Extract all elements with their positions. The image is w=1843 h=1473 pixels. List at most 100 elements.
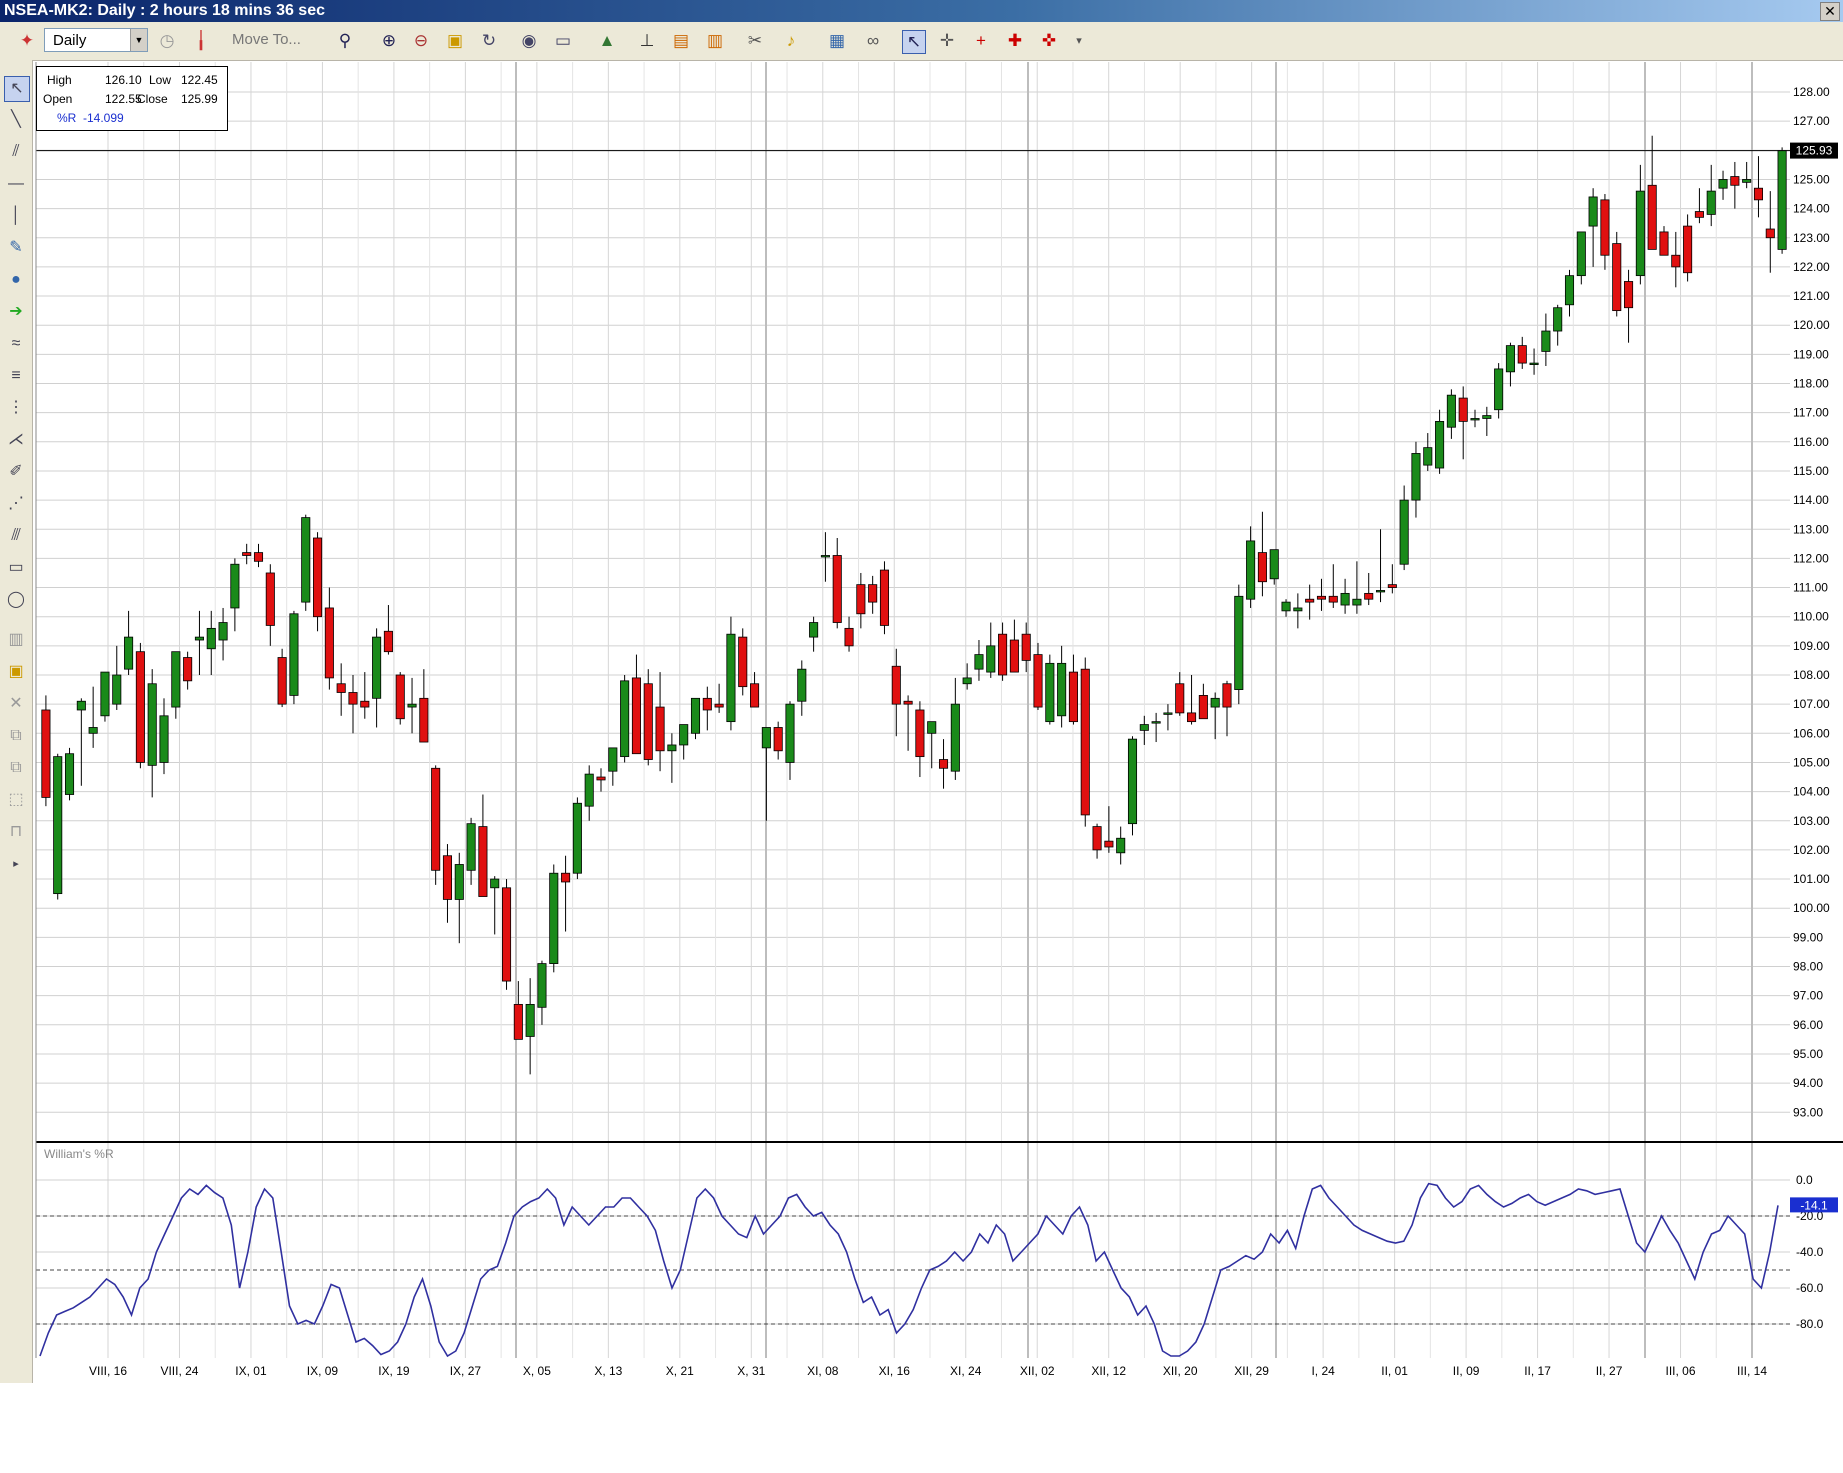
candle-body — [242, 552, 252, 556]
candle-body — [820, 555, 830, 558]
price-tick-label: 101.00 — [1793, 872, 1830, 886]
candle-body — [950, 703, 960, 772]
price-tick-label: 95.00 — [1793, 1047, 1823, 1061]
candle-body — [537, 963, 547, 1008]
candle-body — [1671, 254, 1681, 268]
candle-body — [1104, 840, 1114, 848]
price-tick-label: 116.00 — [1793, 435, 1829, 449]
candle-body — [750, 683, 760, 708]
candle-body — [407, 703, 417, 708]
candle-body — [1399, 499, 1409, 565]
candle-body — [986, 645, 996, 673]
candle-body — [1683, 225, 1693, 274]
candle-body — [584, 773, 594, 807]
candle-body — [643, 683, 653, 760]
time-tick-label: X, 05 — [523, 1364, 551, 1378]
candle-body — [147, 683, 157, 766]
candle-body — [277, 657, 287, 705]
candle-body — [1316, 595, 1327, 600]
time-tick-label: XI, 16 — [879, 1364, 911, 1378]
candle-body — [1080, 668, 1090, 816]
price-tick-label: 105.00 — [1793, 755, 1830, 769]
price-tick-label: 125.00 — [1793, 172, 1830, 186]
price-tick-label: 118.00 — [1793, 377, 1829, 391]
candle-body — [1541, 330, 1551, 352]
low-label: Low — [149, 73, 172, 87]
candle-body — [726, 633, 736, 723]
candle-body — [1659, 231, 1669, 256]
candle-body — [265, 572, 275, 626]
candle-body — [1340, 592, 1350, 606]
candle-body — [1777, 150, 1787, 250]
candle-body — [561, 872, 571, 883]
price-tick-label: 121.00 — [1793, 289, 1830, 303]
candle-body — [1092, 826, 1102, 851]
time-tick-label: IX, 09 — [307, 1364, 339, 1378]
price-tick-label: 127.00 — [1793, 114, 1830, 128]
williams-r-value: -14.1 — [1800, 1198, 1828, 1212]
time-tick-label: VIII, 16 — [89, 1364, 127, 1378]
candle-body — [395, 674, 405, 720]
candlestick-series — [41, 135, 1787, 1075]
wr-value: -14.099 — [83, 111, 124, 125]
candle-body — [478, 826, 488, 897]
candle-body — [915, 709, 925, 758]
candle-body — [856, 584, 866, 615]
candle-body — [1600, 199, 1610, 256]
time-tick-label: II, 09 — [1453, 1364, 1480, 1378]
candle-body — [1411, 453, 1421, 501]
candle-body — [100, 671, 110, 717]
candle-body — [1293, 607, 1303, 612]
candle-body — [1198, 695, 1208, 720]
candle-body — [844, 627, 854, 647]
candle-body — [1553, 307, 1563, 332]
candle-body — [1175, 683, 1185, 714]
candle-body — [809, 622, 819, 638]
price-grid — [36, 91, 1790, 1113]
time-tick-label: IX, 27 — [450, 1364, 482, 1378]
price-tick-label: 103.00 — [1793, 814, 1830, 828]
candle-body — [490, 878, 500, 889]
candle-body — [1187, 712, 1197, 723]
candle-body — [1730, 176, 1740, 186]
time-tick-label: XII, 02 — [1020, 1364, 1055, 1378]
candle-body — [1068, 671, 1078, 723]
candle-body — [608, 747, 618, 772]
candle-body — [442, 855, 453, 900]
candle-body — [124, 636, 134, 670]
time-tick-label: X, 21 — [666, 1364, 694, 1378]
candle-body — [1352, 598, 1362, 606]
candle-body — [761, 727, 771, 749]
candle-body — [1234, 595, 1244, 690]
candle-body — [112, 674, 122, 705]
vertical-grid — [107, 62, 1753, 1358]
candle-body — [1718, 179, 1728, 189]
candle-body — [572, 802, 582, 874]
candle-body — [1423, 447, 1433, 466]
indicator-axis: 0.0-20.0-40.0-60.0-80.0 — [1796, 1173, 1824, 1331]
candle-body — [1647, 184, 1657, 250]
price-tick-label: 96.00 — [1793, 1018, 1823, 1032]
price-tick-label: 110.00 — [1793, 610, 1829, 624]
current-price-value: 125.93 — [1796, 144, 1833, 158]
price-tick-label: 122.00 — [1793, 260, 1830, 274]
candle-body — [183, 657, 193, 682]
time-tick-label: X, 31 — [737, 1364, 765, 1378]
candle-body — [1139, 724, 1149, 731]
time-tick-label: IX, 19 — [378, 1364, 410, 1378]
candle-body — [620, 680, 630, 758]
chart-area[interactable]: 128.00127.00126.00125.00124.00123.00122.… — [0, 0, 1843, 1473]
candle-body — [289, 613, 299, 696]
price-tick-label: 123.00 — [1793, 231, 1830, 245]
candle-body — [1057, 662, 1067, 717]
candle-body — [1210, 697, 1220, 708]
candle-body — [1706, 190, 1716, 215]
candle-body — [596, 776, 606, 781]
candle-body — [230, 563, 240, 609]
price-tick-label: 108.00 — [1793, 668, 1830, 682]
time-tick-label: IX, 01 — [235, 1364, 267, 1378]
candle-body — [1151, 721, 1161, 724]
candle-body — [1505, 345, 1515, 373]
candle-body — [301, 517, 311, 603]
candle-body — [1446, 394, 1456, 428]
